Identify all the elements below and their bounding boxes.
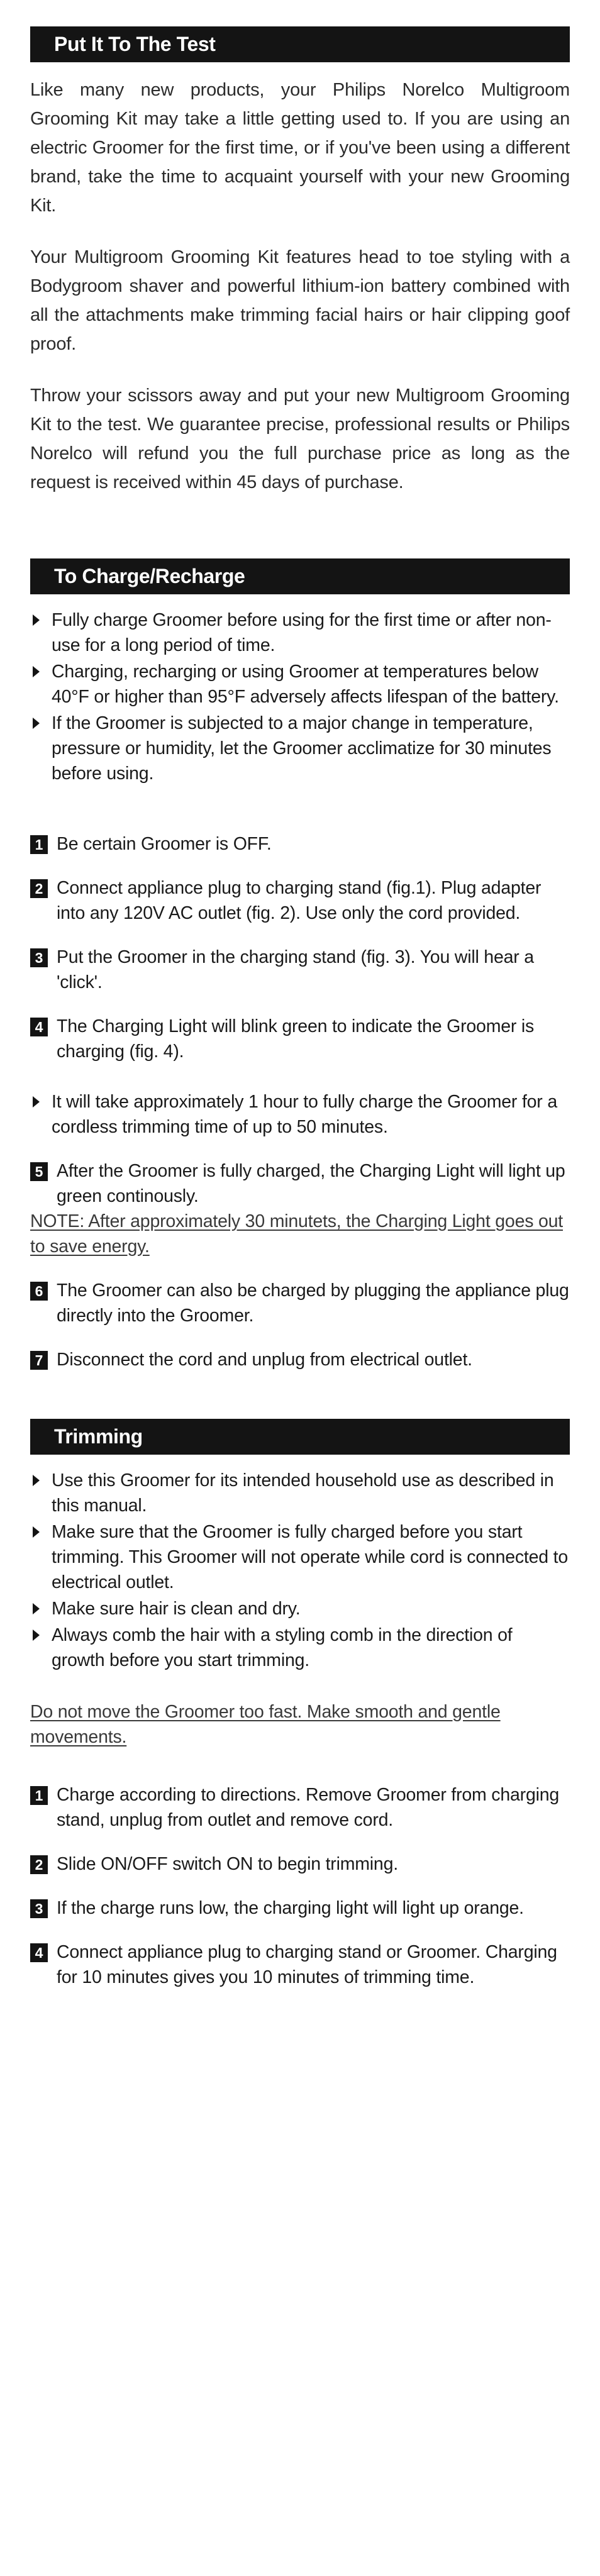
step-text: After the Groomer is fully charged, the … xyxy=(57,1161,565,1206)
step-number-badge: 3 xyxy=(30,948,48,967)
step-item: 3 Put the Groomer in the charging stand … xyxy=(30,945,570,995)
charge-time-bullet-list: It will take approximately 1 hour to ful… xyxy=(30,1089,570,1140)
paragraph-intro: Like many new products, your Philips Nor… xyxy=(30,80,570,216)
step-text: Charge according to directions. Remove G… xyxy=(57,1785,560,1830)
step-number-badge: 3 xyxy=(30,1899,48,1918)
list-item-label: Use this Groomer for its intended househ… xyxy=(52,1470,554,1516)
list-item: Charging, recharging or using Groomer at… xyxy=(30,659,570,709)
list-item-label: Fully charge Groomer before using for th… xyxy=(52,610,552,655)
list-item-label: If the Groomer is subjected to a major c… xyxy=(52,713,552,784)
step-text: The Groomer can also be charged by plugg… xyxy=(57,1280,569,1326)
manual-page: Put It To The Test Like many new product… xyxy=(0,0,600,2576)
triangle-bullet-icon xyxy=(33,1629,40,1641)
section-header-to-charge-recharge: To Charge/Recharge xyxy=(30,558,570,594)
list-steps-spacer xyxy=(30,787,570,813)
trimming-bullet-list: Use this Groomer for its intended househ… xyxy=(30,1468,570,1673)
list-item-label: Make sure that the Groomer is fully char… xyxy=(52,1522,569,1592)
list-item-label: Make sure hair is clean and dry. xyxy=(52,1599,301,1619)
triangle-bullet-icon xyxy=(33,614,40,626)
step-text: Put the Groomer in the charging stand (f… xyxy=(57,947,534,992)
step-number-badge: 2 xyxy=(30,879,48,898)
step-number-badge: 7 xyxy=(30,1351,48,1370)
list-item: Fully charge Groomer before using for th… xyxy=(30,608,570,658)
step-number-badge: 6 xyxy=(30,1282,48,1301)
step-item: 7 Disconnect the cord and unplug from el… xyxy=(30,1347,570,1372)
step-number-badge: 4 xyxy=(30,1018,48,1036)
step-text: Be certain Groomer is OFF. xyxy=(57,834,272,854)
list-item-label: It will take approximately 1 hour to ful… xyxy=(52,1092,557,1137)
trimming-warning-note: Do not move the Groomer too fast. Make s… xyxy=(30,1702,501,1747)
list-item: Use this Groomer for its intended househ… xyxy=(30,1468,570,1518)
section-header-trimming: Trimming xyxy=(30,1419,570,1454)
step-item: 4 Connect appliance plug to charging sta… xyxy=(30,1940,570,1990)
paragraph-features: Your Multigroom Grooming Kit features he… xyxy=(30,247,570,354)
note-steps-spacer xyxy=(30,1750,570,1763)
triangle-bullet-icon xyxy=(33,1475,40,1486)
triangle-bullet-icon xyxy=(33,718,40,729)
step-item: 2 Connect appliance plug to charging sta… xyxy=(30,875,570,926)
step-number-badge: 1 xyxy=(30,835,48,854)
section-title: Trimming xyxy=(54,1425,143,1448)
list-item: Always comb the hair with a styling comb… xyxy=(30,1623,570,1673)
section-title: To Charge/Recharge xyxy=(54,565,245,587)
step-number-badge: 5 xyxy=(30,1162,48,1181)
list-item-label: Charging, recharging or using Groomer at… xyxy=(52,662,559,707)
paragraph-guarantee: Throw your scissors away and put your ne… xyxy=(30,386,570,492)
step-item: 1 Charge according to directions. Remove… xyxy=(30,1782,570,1833)
step-number-badge: 2 xyxy=(30,1855,48,1874)
step-text: Connect appliance plug to charging stand… xyxy=(57,878,542,923)
list-item: Make sure that the Groomer is fully char… xyxy=(30,1519,570,1595)
step-item: 4 The Charging Light will blink green to… xyxy=(30,1014,570,1064)
step-text: If the charge runs low, the charging lig… xyxy=(57,1898,524,1918)
step-text: Connect appliance plug to charging stand… xyxy=(57,1942,557,1987)
list-item: It will take approximately 1 hour to ful… xyxy=(30,1089,570,1140)
triangle-bullet-icon xyxy=(33,1096,40,1108)
section-title: Put It To The Test xyxy=(54,33,216,55)
step-item: 1 Be certain Groomer is OFF. xyxy=(30,831,570,857)
section-header-put-it-to-the-test: Put It To The Test xyxy=(30,26,570,62)
step-text: The Charging Light will blink green to i… xyxy=(57,1016,535,1062)
list-item: Make sure hair is clean and dry. xyxy=(30,1596,570,1621)
triangle-bullet-icon xyxy=(33,1526,40,1538)
charge-bullet-list: Fully charge Groomer before using for th… xyxy=(30,608,570,786)
step-text: Slide ON/OFF switch ON to begin trimming… xyxy=(57,1854,398,1874)
steps-bullet-spacer xyxy=(30,1064,570,1089)
step-item: 2 Slide ON/OFF switch ON to begin trimmi… xyxy=(30,1852,570,1877)
list-item-label: Always comb the hair with a styling comb… xyxy=(52,1625,513,1670)
triangle-bullet-icon xyxy=(33,666,40,677)
charging-note: NOTE: After approximately 30 minutets, t… xyxy=(30,1211,564,1257)
step-number-badge: 4 xyxy=(30,1943,48,1962)
list-item: If the Groomer is subjected to a major c… xyxy=(30,711,570,786)
step-item: 5 After the Groomer is fully charged, th… xyxy=(30,1158,570,1209)
step-item: 3 If the charge runs low, the charging l… xyxy=(30,1896,570,1921)
triangle-bullet-icon xyxy=(33,1603,40,1614)
step-item: 6 The Groomer can also be charged by plu… xyxy=(30,1278,570,1328)
step-number-badge: 1 xyxy=(30,1786,48,1805)
bullets-note-spacer xyxy=(30,1674,570,1699)
step-text: Disconnect the cord and unplug from elec… xyxy=(57,1350,472,1370)
